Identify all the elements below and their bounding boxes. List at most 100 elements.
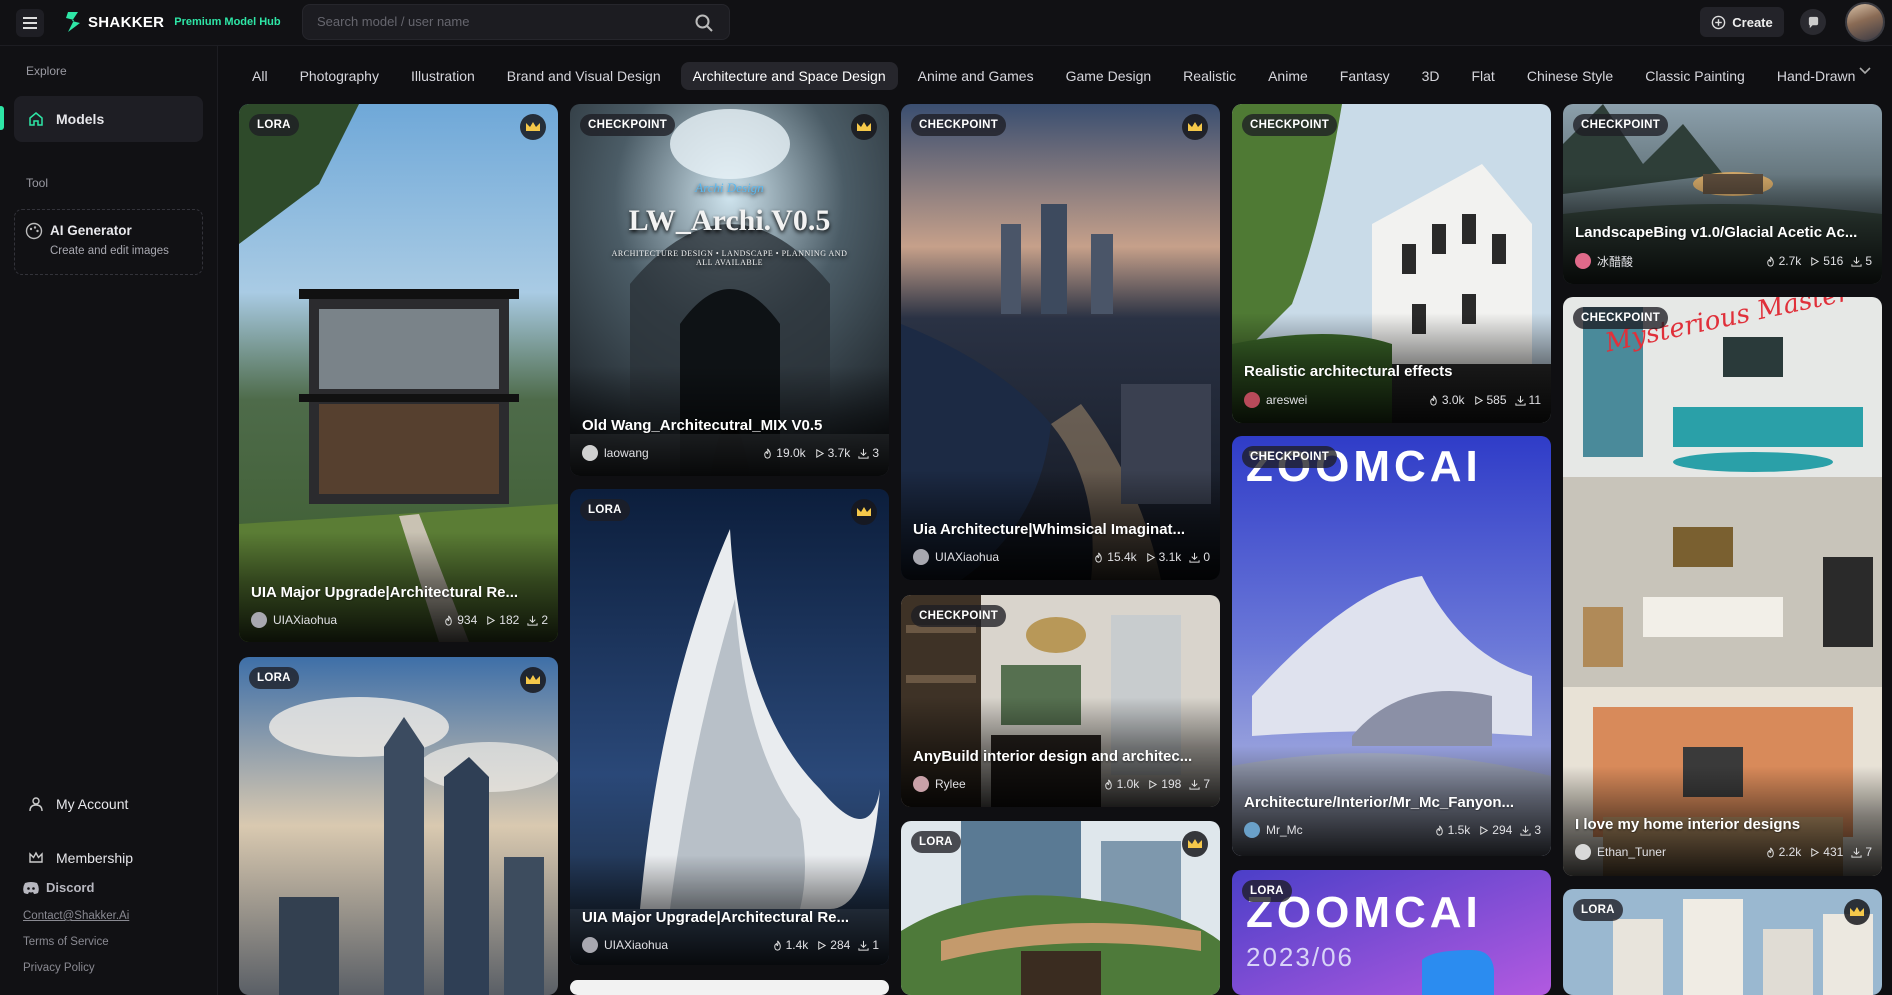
- ai-generator-subtitle: Create and edit images: [50, 245, 169, 257]
- create-button[interactable]: Create: [1700, 7, 1784, 37]
- likes-stat: 2.7k: [1765, 254, 1801, 268]
- author-name[interactable]: areswei: [1266, 393, 1420, 407]
- top-bar: SHAKKER Premium Model Hub Create: [0, 0, 1892, 46]
- privacy-link[interactable]: Privacy Policy: [23, 962, 95, 974]
- tab-game-design[interactable]: Game Design: [1054, 62, 1164, 90]
- runs-stat: 3.7k: [814, 446, 850, 460]
- play-icon: [1474, 395, 1483, 405]
- active-indicator: [0, 106, 4, 130]
- likes-stat: 19.0k: [762, 446, 806, 460]
- model-type-badge: CHECKPOINT: [911, 605, 1007, 627]
- model-title: UIA Major Upgrade|Architectural Re...: [582, 909, 850, 926]
- author-name[interactable]: laowang: [604, 446, 754, 460]
- tab-classic-painting[interactable]: Classic Painting: [1633, 62, 1757, 90]
- play-icon: [1149, 779, 1158, 789]
- author-name[interactable]: Ethan_Tuner: [1597, 845, 1757, 859]
- author-name[interactable]: UIAXiaohua: [604, 938, 764, 952]
- runs-stat: 431: [1809, 845, 1843, 859]
- runs-stat: 198: [1147, 777, 1181, 791]
- tab-all[interactable]: All: [240, 62, 280, 90]
- model-card[interactable]: Archi Design LW_Archi.V0.5 ARCHITECTURE …: [570, 104, 889, 476]
- tab-photography[interactable]: Photography: [288, 62, 391, 90]
- tab-chinese-style[interactable]: Chinese Style: [1515, 62, 1625, 90]
- author-name[interactable]: 冰醋酸: [1597, 253, 1757, 270]
- image-logo-text: Archi Design: [695, 180, 764, 195]
- author-name[interactable]: Mr_Mc: [1266, 823, 1426, 837]
- model-title: Uia Architecture|Whimsical Imaginat...: [913, 521, 1186, 538]
- download-icon: [858, 448, 869, 459]
- model-card[interactable]: CHECKPOINT Realistic architectural effec…: [1232, 104, 1551, 423]
- messages-button[interactable]: [1800, 9, 1826, 35]
- sidebar-item-my-account[interactable]: My Account: [14, 781, 203, 827]
- model-card[interactable]: LORA: [901, 821, 1220, 995]
- model-card[interactable]: CHECKPOINT AnyBuild interior design and …: [901, 595, 1220, 807]
- model-card[interactable]: ZOOMCAI 2023/06 LORA: [1232, 870, 1551, 995]
- model-card[interactable]: CHECKPOINT LandscapeBing v1.0/Glacial Ac…: [1563, 104, 1882, 284]
- tab-fantasy[interactable]: Fantasy: [1328, 62, 1402, 90]
- chat-bubble-icon: [1808, 16, 1818, 28]
- tab-illustration[interactable]: Illustration: [399, 62, 487, 90]
- shakker-logo-icon: [66, 12, 80, 32]
- runs-stat: 294: [1478, 823, 1512, 837]
- play-icon: [1811, 847, 1820, 857]
- model-card[interactable]: CHECKPOINT Uia Architecture|Whimsical Im…: [901, 104, 1220, 580]
- user-avatar[interactable]: [1845, 2, 1885, 42]
- search-input[interactable]: [317, 14, 677, 29]
- model-title: I love my home interior designs: [1575, 816, 1801, 833]
- ai-generator-card[interactable]: AI Generator Create and edit images: [14, 209, 203, 275]
- model-meta: 冰醋酸 2.7k 516 5: [1575, 252, 1872, 270]
- premium-crown-icon: [851, 499, 877, 525]
- author-name[interactable]: Rylee: [935, 777, 1095, 791]
- tab-hand-drawn[interactable]: Hand-Drawn: [1765, 62, 1868, 90]
- hamburger-icon: [23, 17, 37, 29]
- premium-crown-icon: [1182, 831, 1208, 857]
- tab-anime-and-games[interactable]: Anime and Games: [906, 62, 1046, 90]
- discord-label: Discord: [46, 880, 95, 895]
- tab-3d[interactable]: 3D: [1410, 62, 1452, 90]
- app-logo[interactable]: SHAKKER Premium Model Hub: [64, 10, 281, 34]
- model-card[interactable]: Mysterious Master CHECKPOINT I love my h…: [1563, 297, 1882, 876]
- play-icon: [1811, 256, 1820, 266]
- sidebar-item-models[interactable]: Models: [14, 96, 203, 142]
- author-avatar: [913, 549, 929, 565]
- flame-icon: [1095, 552, 1103, 563]
- likes-stat: 1.0k: [1103, 777, 1139, 791]
- model-card[interactable]: LORA UIA Major Upgrade|Architectural Re.…: [239, 104, 558, 642]
- model-card[interactable]: LORA UIA Major Upgrade|Architectural Re.…: [570, 489, 889, 965]
- tab-anime[interactable]: Anime: [1256, 62, 1320, 90]
- model-card[interactable]: LORA: [1563, 889, 1882, 995]
- author-name[interactable]: UIAXiaohua: [273, 613, 435, 627]
- contact-link[interactable]: Contact@Shakker.Ai: [23, 910, 129, 922]
- model-title: Old Wang_Architecutral_MIX V0.5: [582, 417, 823, 434]
- model-meta: UIAXiaohua 15.4k 3.1k 0: [913, 548, 1210, 566]
- premium-crown-icon: [1844, 899, 1870, 925]
- tab-realistic[interactable]: Realistic: [1171, 62, 1248, 90]
- sidebar: Explore Models Tool AI Generator Create …: [0, 46, 218, 995]
- menu-button[interactable]: [16, 9, 44, 37]
- author-avatar: [582, 937, 598, 953]
- download-icon: [527, 615, 538, 626]
- crown-icon: [29, 851, 43, 863]
- download-icon: [1851, 847, 1862, 858]
- search-icon[interactable]: [695, 14, 713, 32]
- model-type-badge: CHECKPOINT: [580, 114, 676, 136]
- tab-architecture-space-design[interactable]: Architecture and Space Design: [680, 62, 898, 90]
- author-name[interactable]: UIAXiaohua: [935, 550, 1085, 564]
- tab-brand-visual-design[interactable]: Brand and Visual Design: [495, 62, 673, 90]
- app-name: SHAKKER: [88, 13, 165, 31]
- model-card[interactable]: ZOOMCAI CHECKPOINT Architecture/Interior…: [1232, 436, 1551, 856]
- terms-link[interactable]: Terms of Service: [23, 936, 109, 948]
- chevron-down-icon[interactable]: [1858, 66, 1872, 76]
- search-bar[interactable]: [302, 4, 730, 40]
- sidebar-item-membership[interactable]: Membership: [14, 835, 203, 881]
- image-subtitle-text: ARCHITECTURE DESIGN • LANDSCAPE • PLANNI…: [611, 249, 848, 267]
- author-avatar: [1575, 253, 1591, 269]
- downloads-stat: 3: [858, 446, 879, 460]
- discord-link[interactable]: Discord: [22, 880, 94, 895]
- model-title: Realistic architectural effects: [1244, 363, 1453, 380]
- model-card-peek[interactable]: [570, 980, 889, 995]
- tab-flat[interactable]: Flat: [1459, 62, 1506, 90]
- play-icon: [487, 615, 496, 625]
- model-card[interactable]: LORA: [239, 657, 558, 995]
- author-avatar: [582, 445, 598, 461]
